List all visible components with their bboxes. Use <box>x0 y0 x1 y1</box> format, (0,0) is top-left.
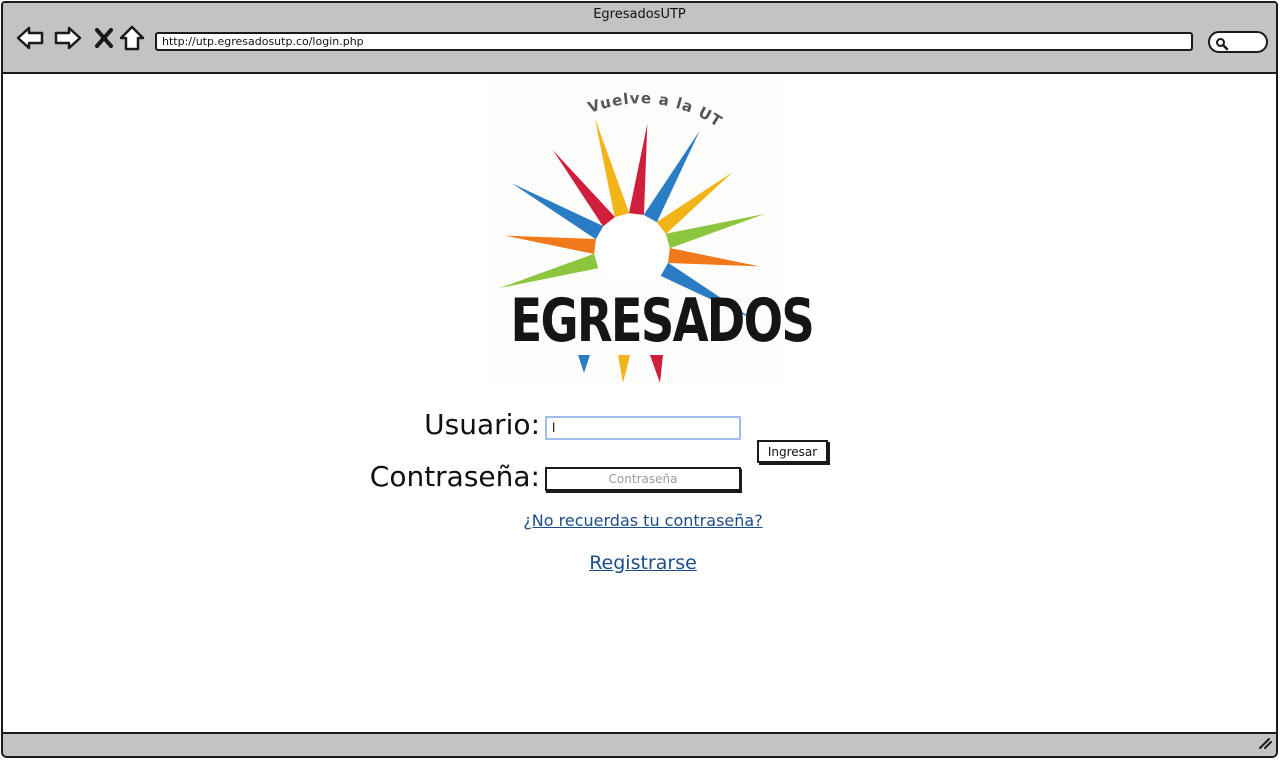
register-link[interactable]: Registrarse <box>3 552 1276 574</box>
password-label: Contraseña: <box>369 460 540 493</box>
egresados-logo: Vuelve a la UTP EGRESADOS <box>490 85 815 385</box>
forward-arrow-icon <box>53 25 83 51</box>
browser-window: EgresadosUTP http://utp.egresadosutp.co/… <box>1 1 1278 758</box>
close-icon <box>94 27 114 49</box>
back-arrow-icon <box>15 25 45 51</box>
stop-button[interactable] <box>89 23 119 53</box>
search-box[interactable] <box>1208 31 1268 53</box>
browser-toolbar: EgresadosUTP http://utp.egresadosutp.co/… <box>3 3 1276 74</box>
logo-wordmark: EGRESADOS <box>510 286 814 356</box>
forgot-password-link[interactable]: ¿No recuerdas tu contraseña? <box>3 511 1276 530</box>
status-bar <box>3 732 1276 756</box>
password-input[interactable] <box>545 467 741 491</box>
forward-button[interactable] <box>53 23 83 53</box>
username-input[interactable] <box>545 416 741 440</box>
search-icon <box>1215 36 1229 55</box>
window-title: EgresadosUTP <box>593 7 686 22</box>
resize-grip-icon[interactable] <box>1258 734 1272 753</box>
home-button[interactable] <box>117 23 147 53</box>
username-label: Usuario: <box>424 408 540 441</box>
address-bar[interactable]: http://utp.egresadosutp.co/login.php <box>155 32 1193 51</box>
back-button[interactable] <box>15 23 45 53</box>
login-button[interactable]: Ingresar <box>757 440 828 463</box>
home-icon <box>118 24 146 52</box>
